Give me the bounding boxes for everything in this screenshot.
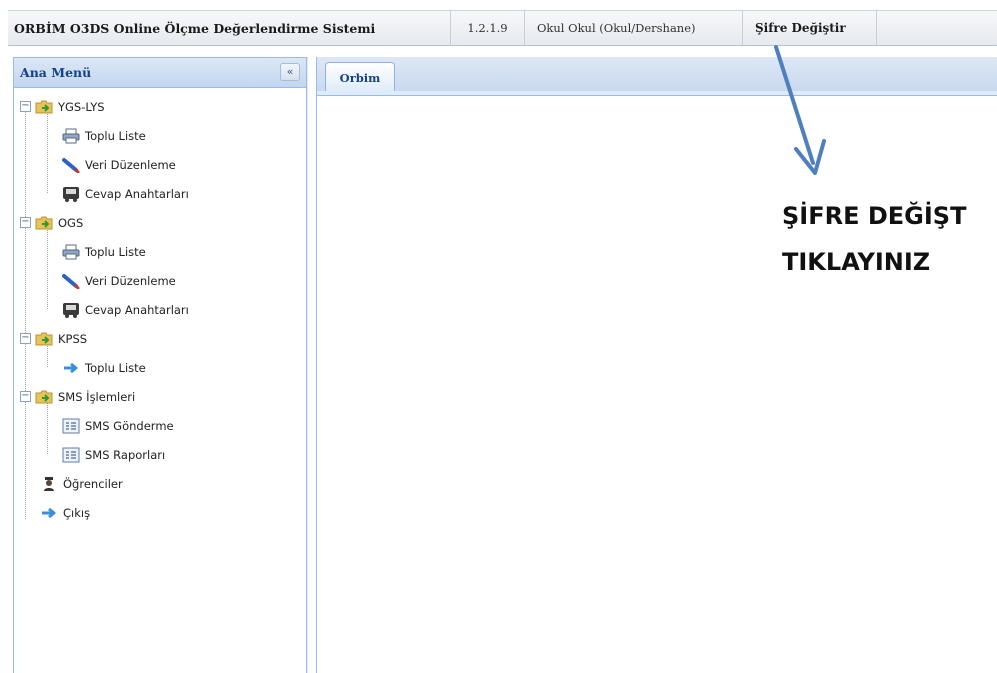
tree-group-label: OGS (58, 215, 84, 230)
tree-item-toplu-liste[interactable]: Toplu Liste (14, 121, 306, 150)
tree-item-sms-raporlari[interactable]: SMS Raporları (14, 440, 306, 469)
tree-item-cevap-anahtarlari[interactable]: Cevap Anahtarları (14, 179, 306, 208)
menu-tree: − YGS-LYS Toplu Liste Veri Düzenleme Cev… (14, 88, 306, 527)
tree-item-label: Cevap Anahtarları (85, 186, 189, 201)
list-icon (62, 447, 80, 463)
printer-icon (62, 128, 80, 144)
annotation-arrow-icon (774, 45, 826, 175)
organization-label: Okul Okul (Okul/Dershane) (525, 11, 743, 45)
tree-item-veri-duzenleme[interactable]: Veri Düzenleme (14, 266, 306, 295)
tree-item-label: Toplu Liste (85, 360, 146, 375)
tree-item-label: Öğrenciler (63, 476, 123, 491)
tree-item-label: Toplu Liste (85, 128, 146, 143)
tree-group-ogs[interactable]: − OGS (14, 208, 306, 237)
double-chevron-left-icon[interactable]: « (280, 63, 300, 81)
annotation-line-2: TIKLAYINIZ (782, 248, 931, 276)
main-menu-header: Ana Menü « (14, 58, 306, 88)
tree-item-sms-gonderme[interactable]: SMS Gönderme (14, 411, 306, 440)
collapse-toggle-icon[interactable]: − (20, 391, 31, 402)
tree-group-ygs-lys[interactable]: − YGS-LYS (14, 92, 306, 121)
tree-item-ogrenciler[interactable]: Öğrenciler (14, 469, 306, 498)
tab-strip: Orbim (317, 57, 997, 96)
folder-arrow-icon (35, 99, 53, 115)
tree-item-toplu-liste[interactable]: Toplu Liste (14, 237, 306, 266)
pencil-icon (62, 273, 80, 289)
tree-group-label: YGS-LYS (58, 99, 105, 114)
tree-item-label: Veri Düzenleme (85, 273, 176, 288)
tree-group-label: SMS İşlemleri (58, 389, 136, 404)
tree-item-label: Veri Düzenleme (85, 157, 176, 172)
tree-group-sms-islemleri[interactable]: − SMS İşlemleri (14, 382, 306, 411)
main-menu-title: Ana Menü (20, 65, 92, 80)
tree-item-cikis[interactable]: Çıkış (14, 498, 306, 527)
main-content-panel: Orbim (316, 57, 997, 673)
change-password-button[interactable]: Şifre Değiştir (743, 11, 877, 45)
folder-arrow-icon (35, 389, 53, 405)
annotation-line-1: ŞİFRE DEĞİŞT (782, 202, 967, 230)
arrow-right-icon (62, 360, 80, 376)
main-menu-panel: Ana Menü « − YGS-LYS Toplu Liste Veri Dü… (13, 57, 307, 673)
folder-arrow-icon (35, 331, 53, 347)
app-title: ORBİM O3DS Online Ölçme Değerlendirme Si… (8, 11, 451, 45)
tree-item-label: Çıkış (63, 505, 91, 520)
tree-item-toplu-liste[interactable]: Toplu Liste (14, 353, 306, 382)
folder-arrow-icon (35, 215, 53, 231)
student-icon (40, 476, 58, 492)
answer-key-icon (62, 302, 80, 318)
tab-strip-underline (317, 91, 997, 96)
tree-item-cevap-anahtarlari[interactable]: Cevap Anahtarları (14, 295, 306, 324)
collapse-toggle-icon[interactable]: − (20, 101, 31, 112)
tree-item-veri-duzenleme[interactable]: Veri Düzenleme (14, 150, 306, 179)
printer-icon (62, 244, 80, 260)
answer-key-icon (62, 186, 80, 202)
top-toolbar: ORBİM O3DS Online Ölçme Değerlendirme Si… (8, 10, 997, 46)
tree-group-kpss[interactable]: − KPSS (14, 324, 306, 353)
pencil-icon (62, 157, 80, 173)
version-label: 1.2.1.9 (451, 11, 525, 45)
tree-item-label: SMS Gönderme (85, 418, 174, 433)
annotation-text: ŞİFRE DEĞİŞT TIKLAYINIZ (782, 193, 966, 285)
arrow-right-icon (40, 505, 58, 521)
collapse-toggle-icon[interactable]: − (20, 217, 31, 228)
tab-orbim[interactable]: Orbim (325, 62, 395, 92)
tree-item-label: Cevap Anahtarları (85, 302, 189, 317)
tree-group-label: KPSS (58, 331, 88, 346)
collapse-toggle-icon[interactable]: − (20, 333, 31, 344)
tree-item-label: SMS Raporları (85, 447, 166, 462)
list-icon (62, 418, 80, 434)
tree-item-label: Toplu Liste (85, 244, 146, 259)
